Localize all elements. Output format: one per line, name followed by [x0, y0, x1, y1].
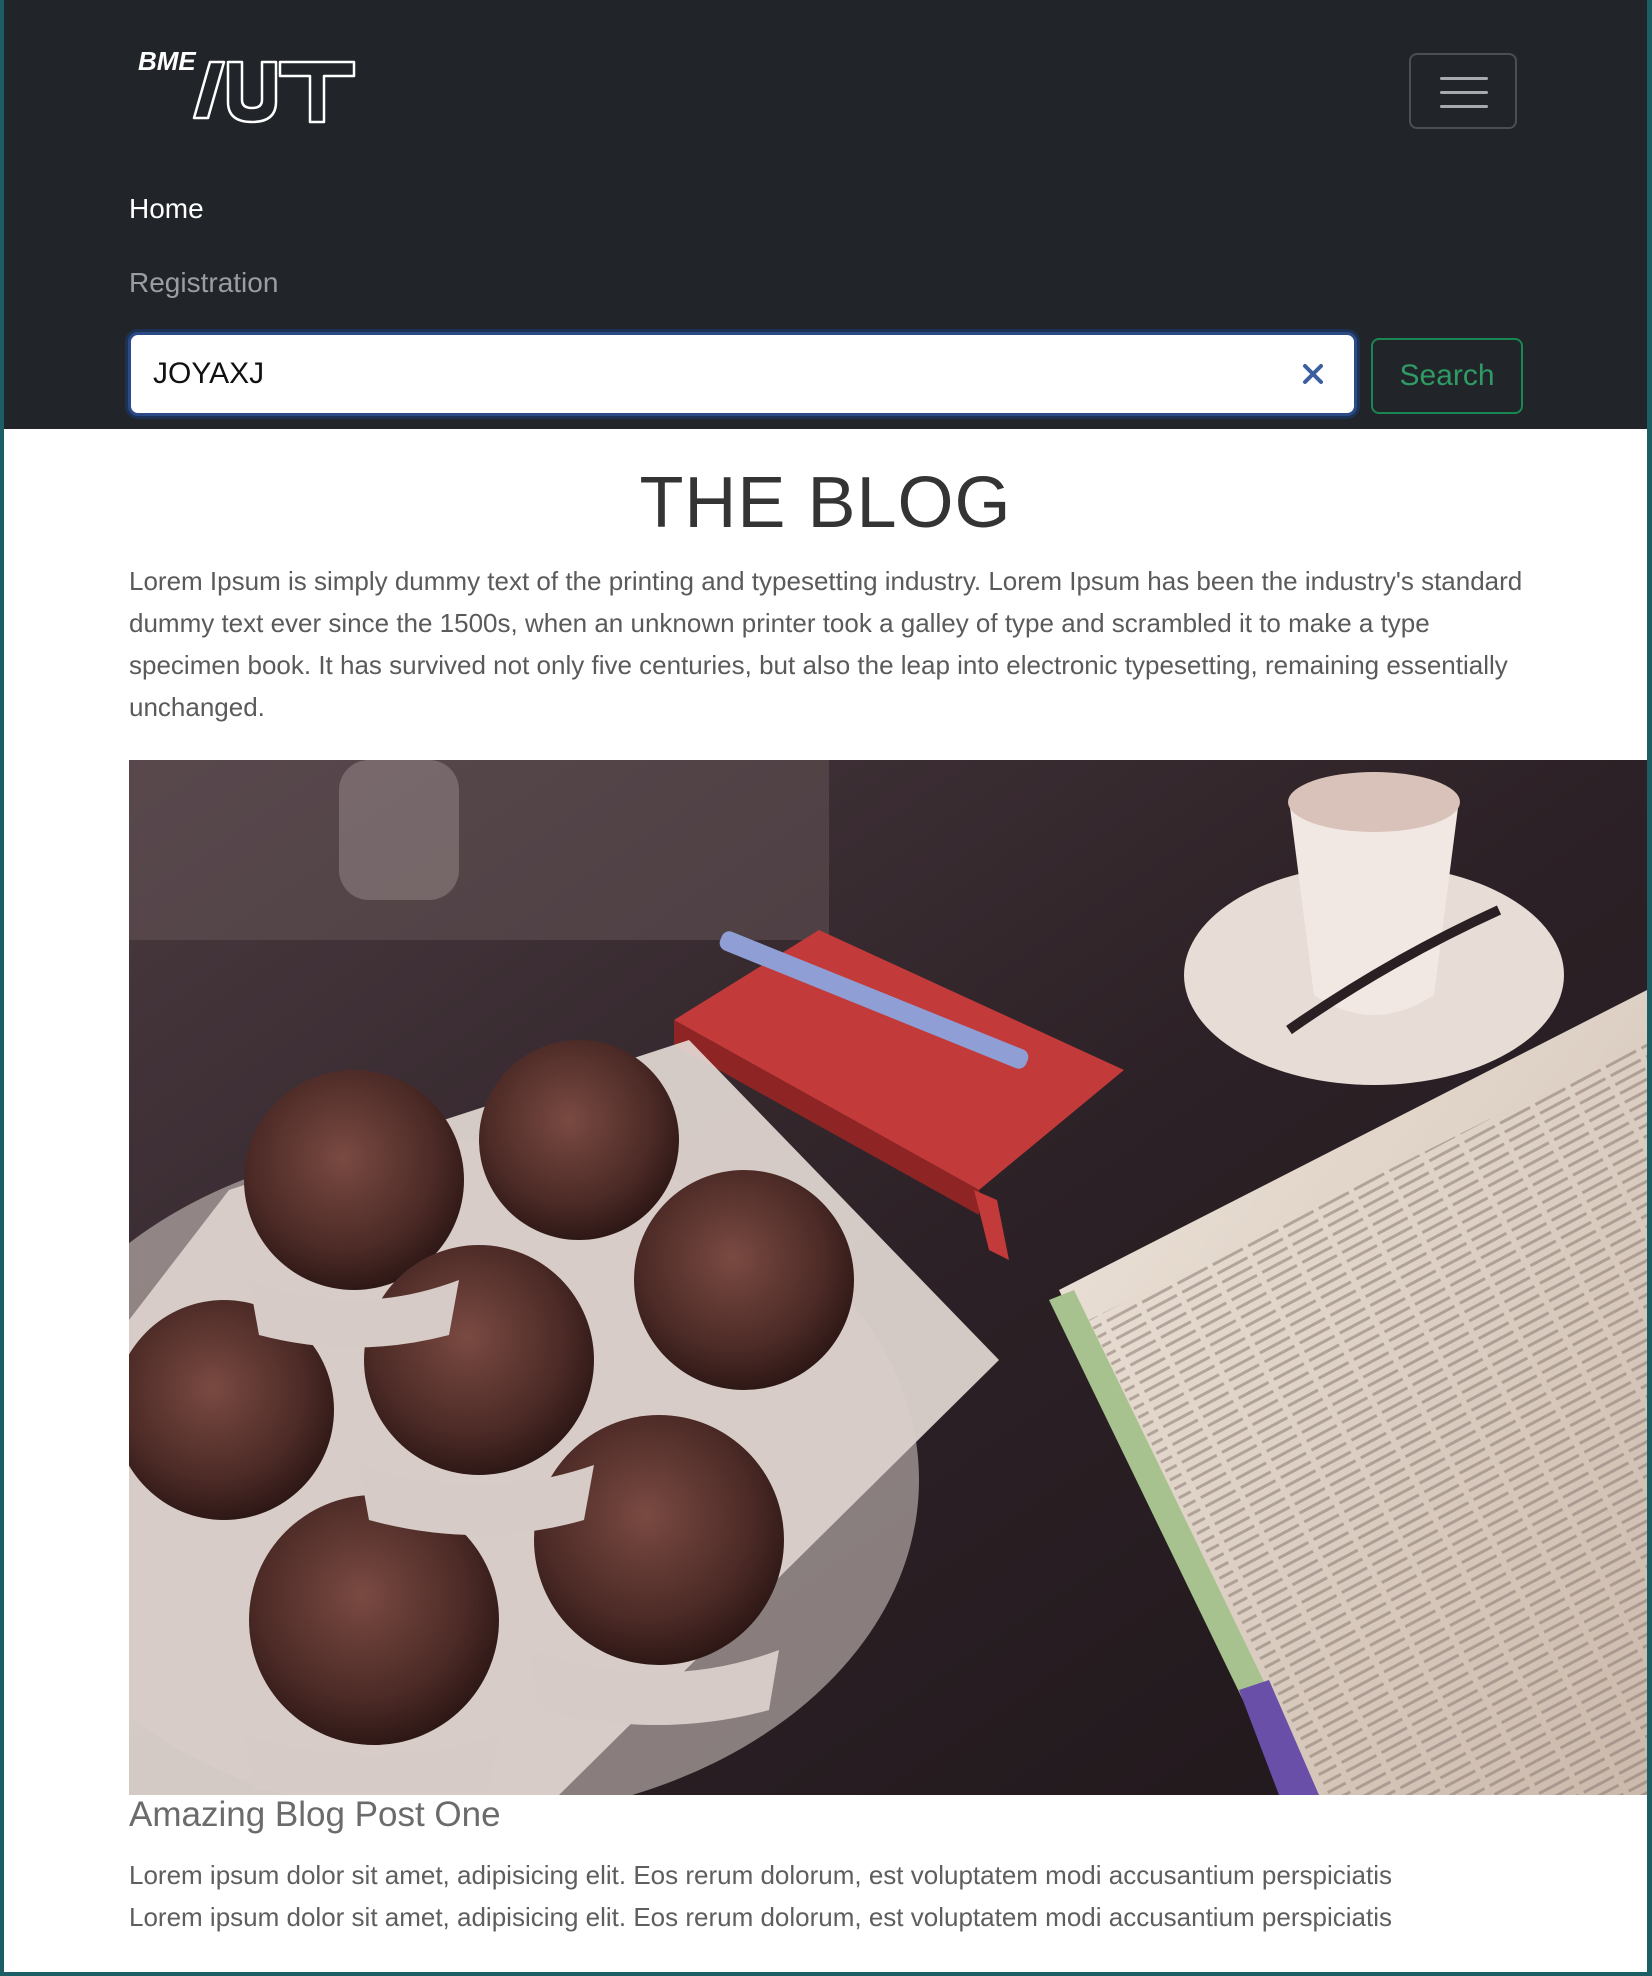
blog-post-image: [129, 760, 1647, 1795]
hamburger-icon-bar: [1440, 91, 1488, 94]
clear-search-icon[interactable]: [1298, 359, 1328, 389]
post-excerpt-line: Lorem ipsum dolor sit amet, adipisicing …: [129, 1860, 1392, 1890]
hamburger-icon-bar: [1440, 105, 1488, 108]
navbar: BME Home Registration Search: [4, 0, 1647, 429]
page-frame: BME Home Registration Search THE BLOG Lo…: [4, 0, 1647, 1972]
brand-logo[interactable]: BME: [132, 42, 362, 142]
nav-link-registration[interactable]: Registration: [129, 267, 278, 299]
search-button[interactable]: Search: [1371, 338, 1523, 414]
search-input[interactable]: [153, 335, 1253, 413]
nav-link-home[interactable]: Home: [129, 193, 204, 225]
intro-paragraph: Lorem Ipsum is simply dummy text of the …: [129, 566, 1523, 722]
post-excerpt-line: Lorem ipsum dolor sit amet, adipisicing …: [129, 1902, 1392, 1932]
hamburger-icon: [1440, 77, 1488, 80]
brand-mark-icon: [192, 60, 356, 124]
search-field: [128, 332, 1357, 416]
brand-prefix: BME: [138, 46, 196, 76]
navbar-toggler-button[interactable]: [1409, 53, 1517, 129]
page-title: THE BLOG: [639, 463, 1012, 543]
post-title[interactable]: Amazing Blog Post One: [129, 1795, 501, 1835]
